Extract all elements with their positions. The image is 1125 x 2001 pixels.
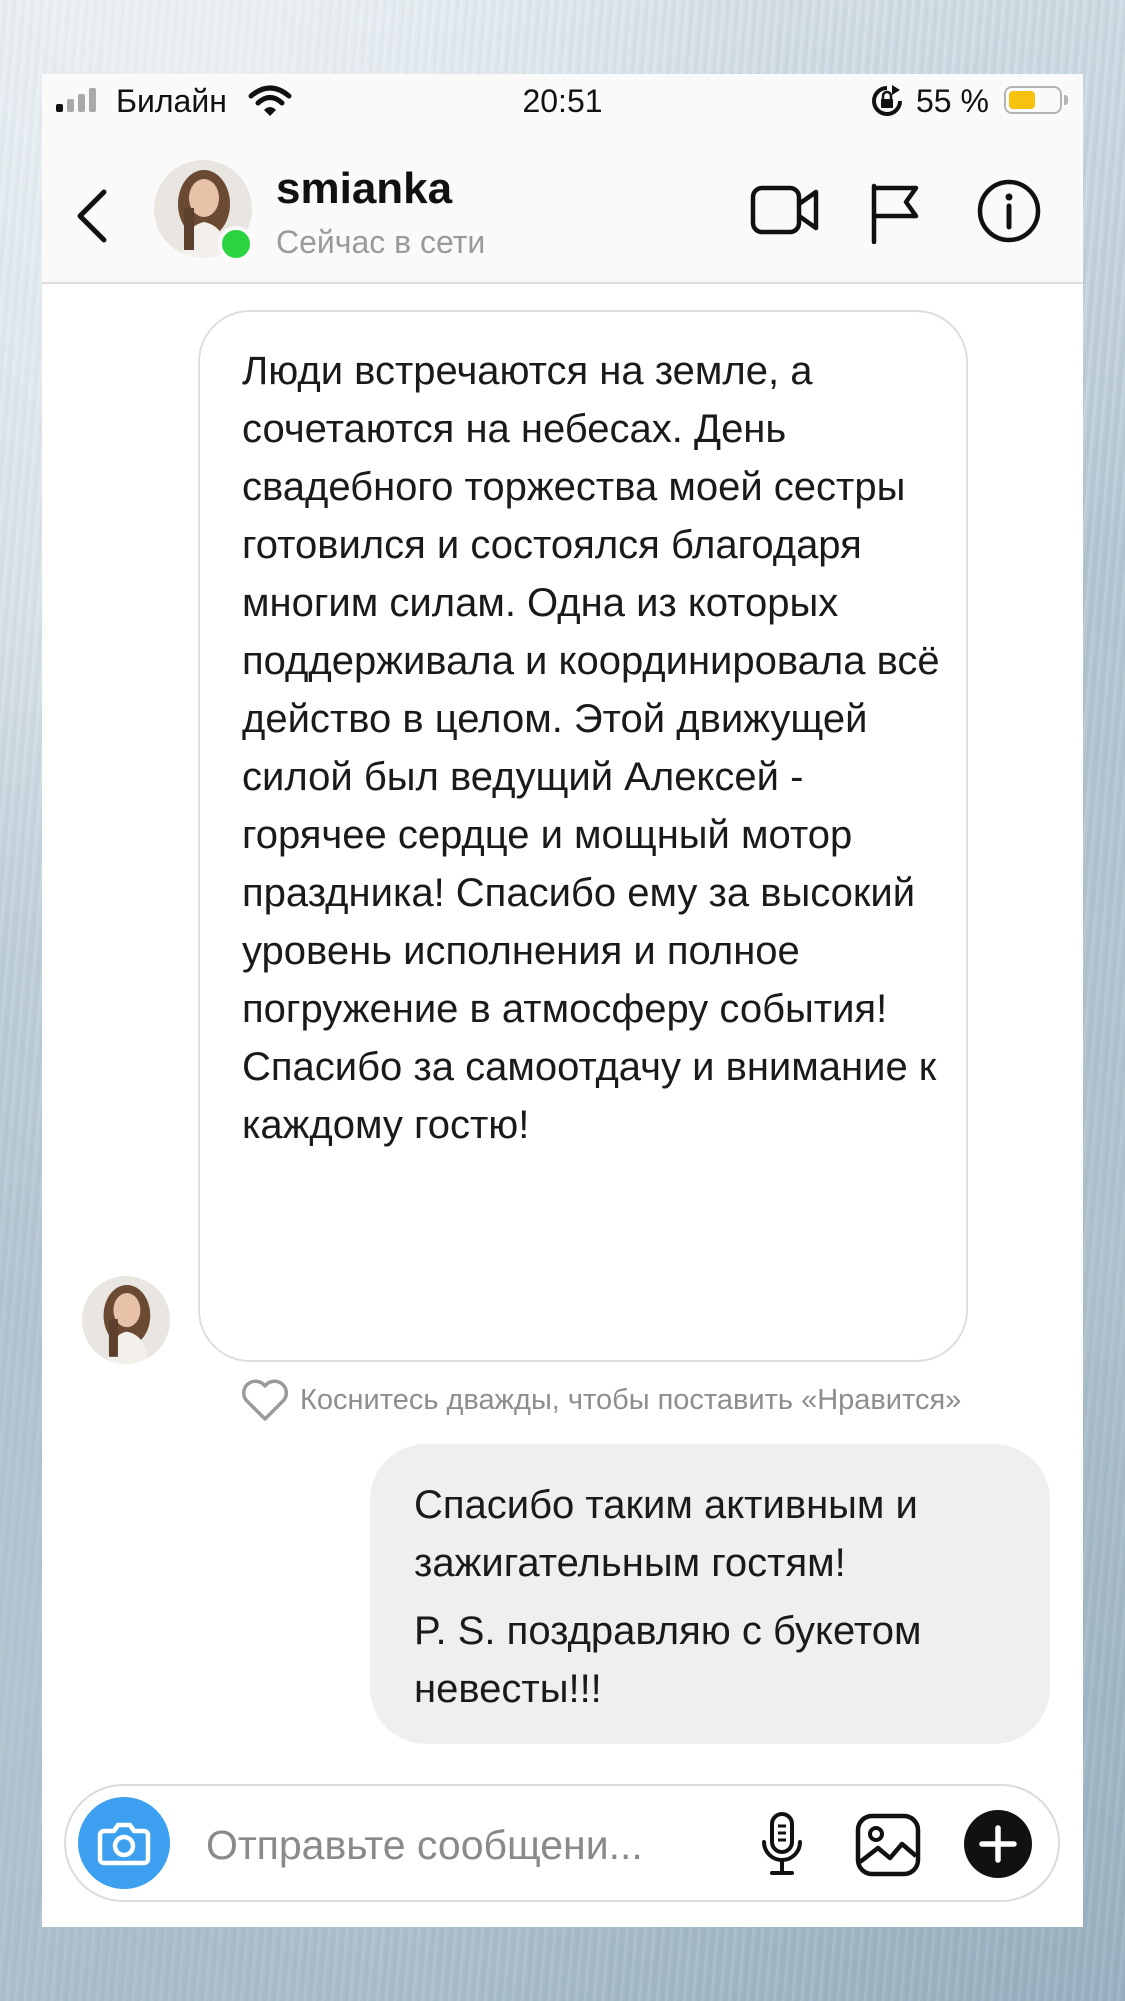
rotation-lock-icon [872,85,902,116]
message-input[interactable] [204,1816,648,1874]
camera-button[interactable] [78,1797,170,1889]
battery-icon [1004,86,1062,114]
phone-screen: Билайн 20:51 55 % smianka Сейчас в сети … [42,74,1083,1927]
camera-icon [97,1822,151,1866]
chat-header: smianka Сейчас в сети [42,134,1083,284]
status-bar: Билайн 20:51 55 % [42,74,1083,134]
battery-percent: 55 % [916,83,989,119]
incoming-message-text: Люди встречаются на земле, а сочетаются … [242,349,940,1147]
battery-cap [1064,95,1068,105]
back-chevron-icon[interactable] [72,186,112,246]
flag-icon[interactable] [868,182,922,244]
presence-status: Сейчас в сети [276,224,486,260]
message-composer [64,1784,1060,1902]
double-tap-like-hint: Коснитесь дважды, чтобы поставить «Нрави… [300,1384,962,1416]
add-button[interactable] [964,1810,1032,1878]
microphone-icon[interactable] [756,1810,808,1878]
video-camera-icon[interactable] [750,182,820,238]
incoming-message-bubble[interactable]: Люди встречаются на земле, а сочетаются … [198,310,968,1362]
outgoing-message-line-2: P. S. поздравляю с букетом невесты!!! [414,1609,922,1711]
outgoing-message-bubble[interactable]: Спасибо таким активным и зажигательным г… [370,1444,1050,1744]
sender-avatar[interactable] [82,1276,170,1364]
online-status-dot [218,226,254,262]
plus-icon [979,1825,1017,1863]
gallery-icon[interactable] [854,1812,922,1878]
chat-username[interactable]: smianka [276,164,452,214]
info-icon[interactable] [976,178,1042,244]
heart-icon[interactable] [240,1378,290,1422]
outgoing-message-line-1: Спасибо таким активным и зажигательным г… [414,1483,918,1585]
